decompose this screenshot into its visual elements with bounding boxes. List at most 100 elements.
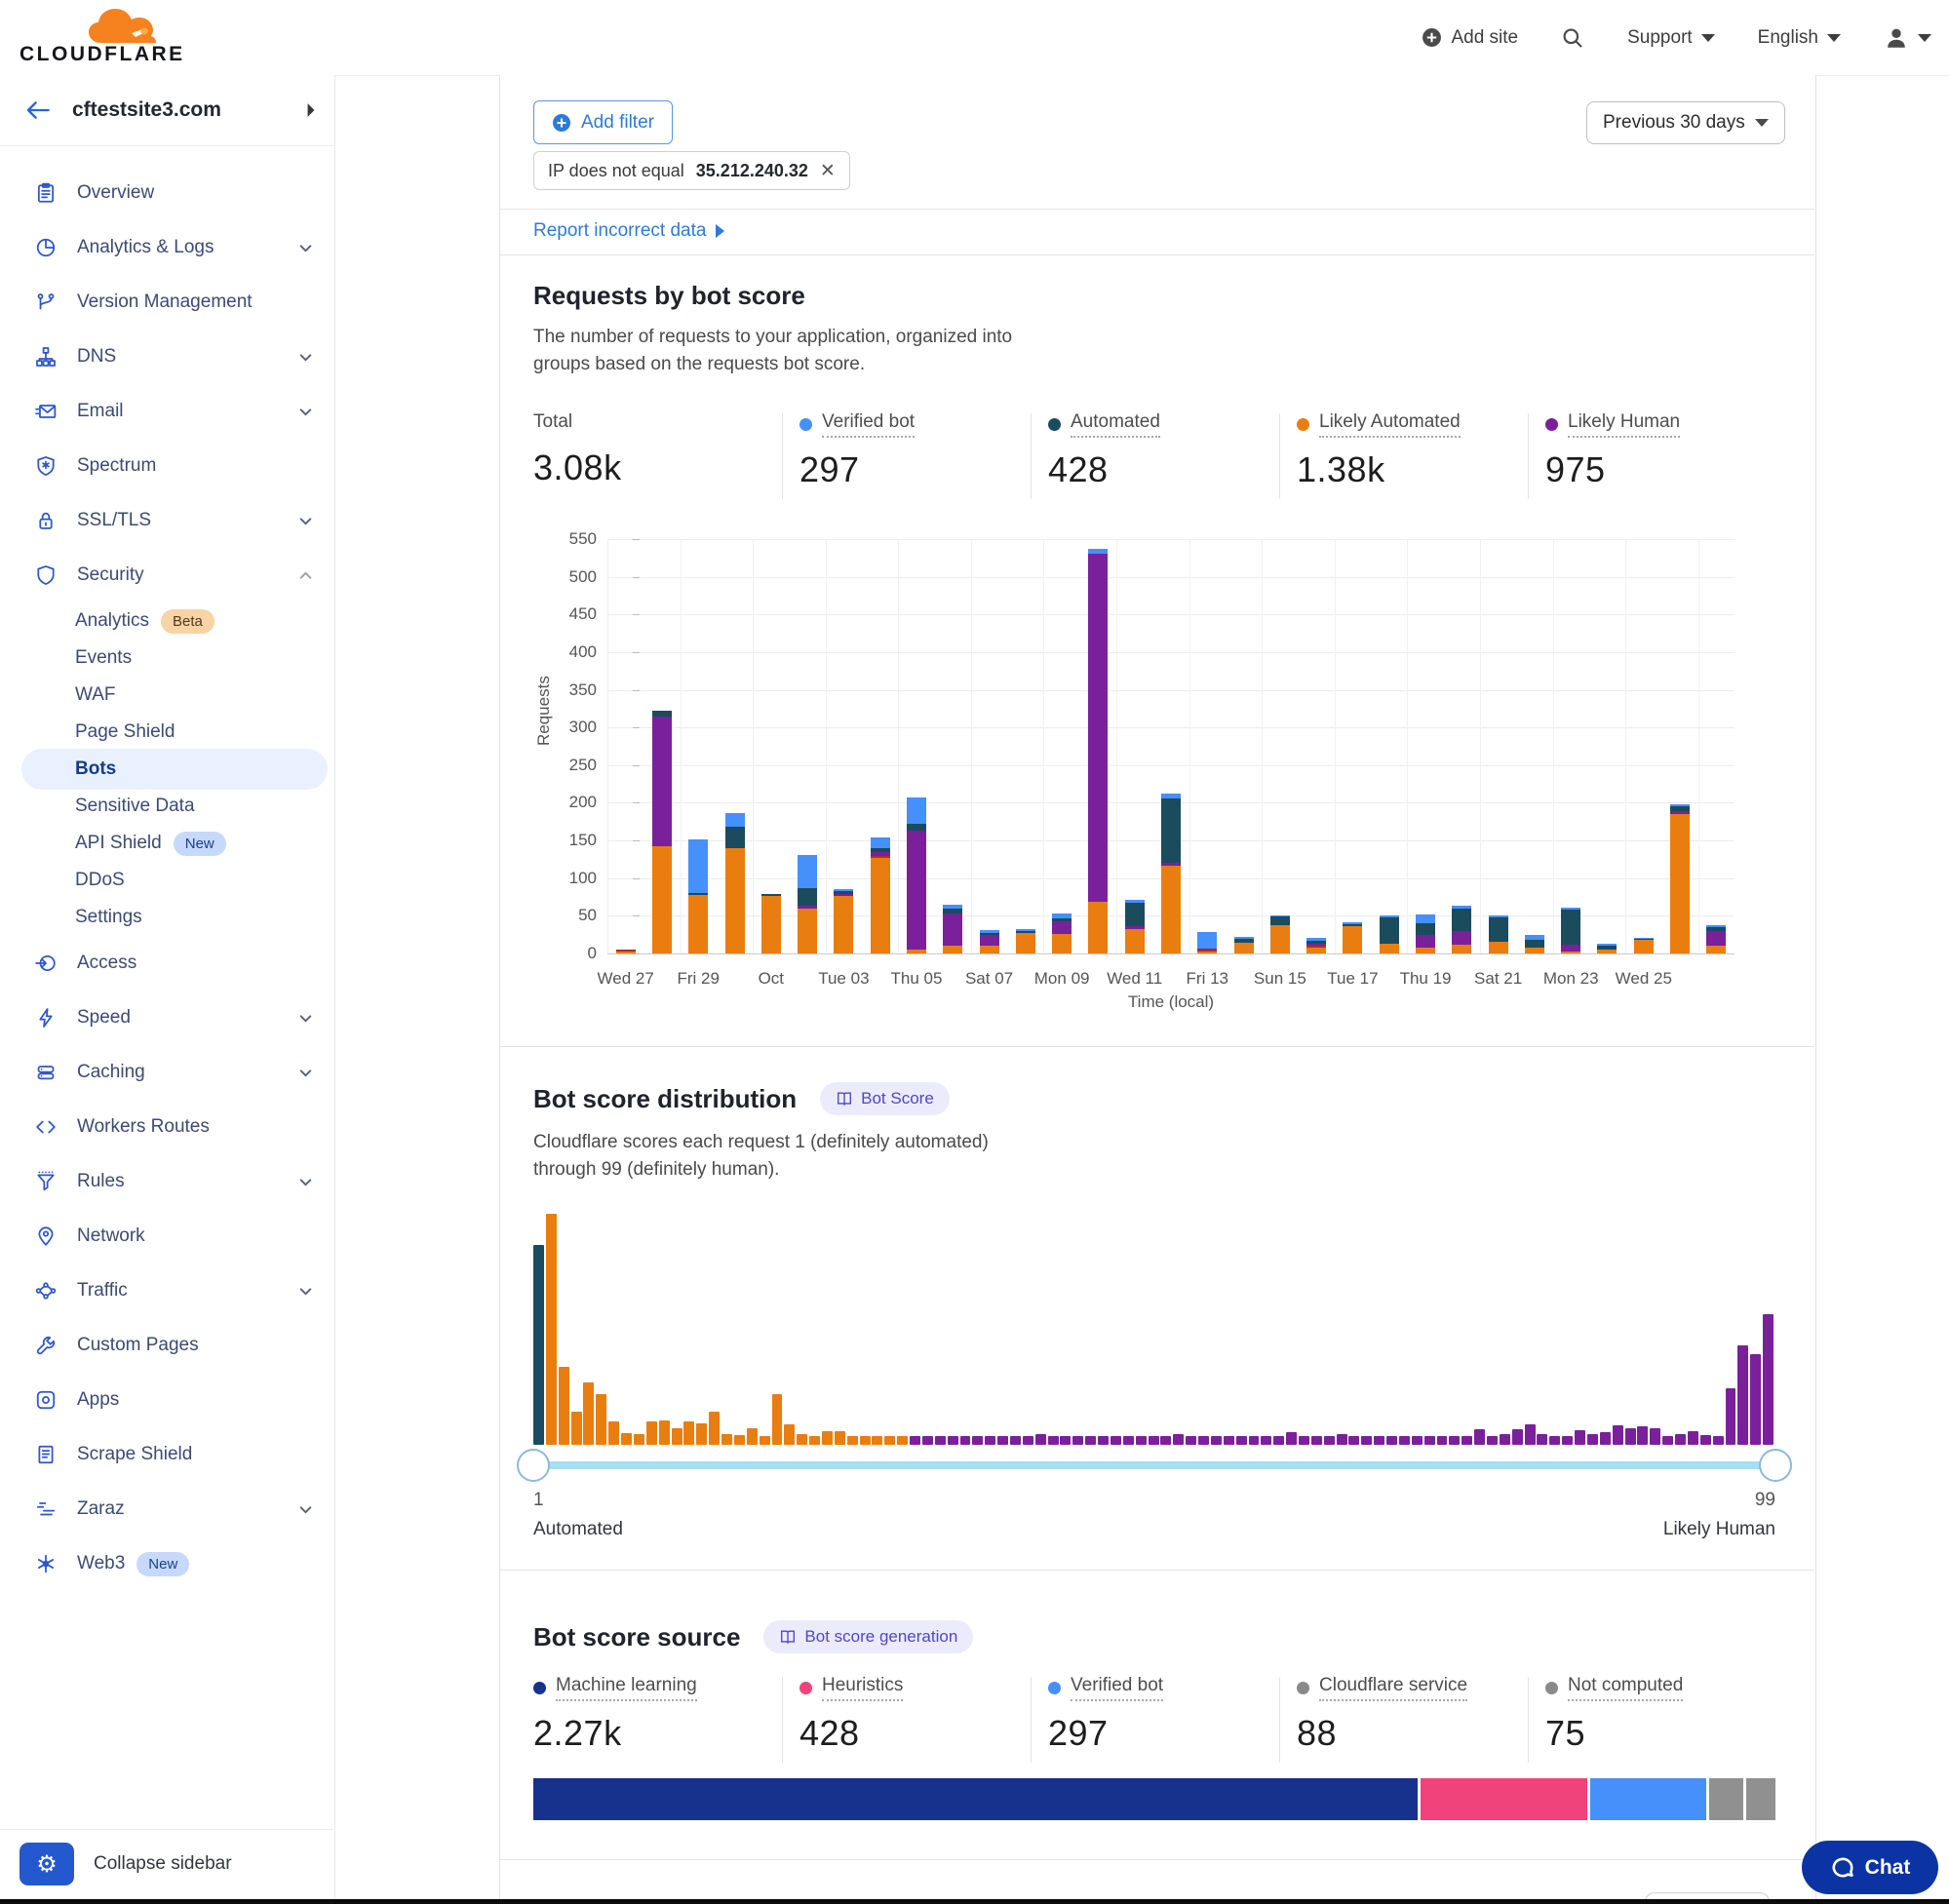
score-bar-69[interactable] bbox=[1386, 1436, 1397, 1445]
score-bar-45[interactable] bbox=[1085, 1436, 1096, 1445]
score-bar-7[interactable] bbox=[608, 1421, 619, 1445]
score-bar-96[interactable] bbox=[1726, 1388, 1736, 1445]
score-bar-25[interactable] bbox=[835, 1431, 845, 1445]
add-site-button[interactable]: Add site bbox=[1422, 27, 1518, 49]
score-bar-30[interactable] bbox=[897, 1436, 908, 1445]
score-bar-39[interactable] bbox=[1010, 1436, 1021, 1445]
account-menu[interactable] bbox=[1884, 25, 1931, 51]
requests-bar-mon-16[interactable] bbox=[1306, 938, 1326, 953]
sidebar-item-api-shield[interactable]: API ShieldNew bbox=[0, 825, 333, 862]
score-bar-41[interactable] bbox=[1035, 1434, 1046, 1445]
score-bar-16[interactable] bbox=[721, 1434, 732, 1445]
requests-bar-wed-04[interactable] bbox=[871, 837, 890, 953]
score-bar-95[interactable] bbox=[1713, 1436, 1724, 1445]
requests-bar-wed-27[interactable] bbox=[616, 950, 636, 953]
sidebar-item-traffic[interactable]: Traffic bbox=[0, 1263, 333, 1318]
requests-bar-tue-24[interactable] bbox=[1597, 944, 1617, 953]
score-bar-55[interactable] bbox=[1211, 1436, 1222, 1445]
score-bar-60[interactable] bbox=[1273, 1436, 1284, 1445]
score-bar-50[interactable] bbox=[1149, 1436, 1159, 1445]
score-bar-32[interactable] bbox=[922, 1436, 933, 1445]
sidebar-item-network[interactable]: Network bbox=[0, 1209, 333, 1263]
sidebar-item-overview[interactable]: Overview bbox=[0, 166, 333, 220]
score-bar-77[interactable] bbox=[1487, 1436, 1498, 1445]
sidebar-item-analytics[interactable]: AnalyticsBeta bbox=[0, 602, 333, 640]
score-bar-56[interactable] bbox=[1224, 1436, 1234, 1445]
sidebar-item-analytics-logs[interactable]: Analytics & Logs bbox=[0, 220, 333, 275]
requests-bar-mon-09[interactable] bbox=[1052, 913, 1072, 953]
sidebar-item-events[interactable]: Events bbox=[0, 640, 333, 677]
score-bar-64[interactable] bbox=[1324, 1436, 1335, 1445]
score-bar-58[interactable] bbox=[1249, 1436, 1260, 1445]
score-bar-19[interactable] bbox=[760, 1436, 770, 1445]
score-bar-80[interactable] bbox=[1525, 1424, 1536, 1445]
score-bar-89[interactable] bbox=[1637, 1426, 1648, 1445]
sidebar-item-settings[interactable]: Settings bbox=[0, 899, 333, 936]
score-bar-23[interactable] bbox=[809, 1436, 820, 1445]
add-filter-button[interactable]: Add filter bbox=[533, 100, 673, 144]
score-bar-2[interactable] bbox=[546, 1214, 557, 1445]
score-bar-57[interactable] bbox=[1236, 1436, 1247, 1445]
requests-bar-fri-27[interactable] bbox=[1706, 925, 1726, 953]
score-bar-79[interactable] bbox=[1512, 1429, 1523, 1445]
score-bar-63[interactable] bbox=[1311, 1436, 1322, 1445]
score-bar-43[interactable] bbox=[1060, 1436, 1071, 1445]
score-bar-11[interactable] bbox=[659, 1420, 670, 1445]
back-arrow-icon[interactable] bbox=[25, 99, 51, 121]
score-bar-42[interactable] bbox=[1048, 1436, 1059, 1445]
slider-handle-min[interactable] bbox=[517, 1449, 550, 1482]
score-bar-54[interactable] bbox=[1198, 1436, 1209, 1445]
sidebar-item-caching[interactable]: Caching bbox=[0, 1045, 333, 1100]
score-bar-88[interactable] bbox=[1625, 1428, 1636, 1445]
cloudflare-logo[interactable]: CLOUDFLARE bbox=[19, 6, 185, 66]
source-segment-heuristics[interactable] bbox=[1421, 1778, 1587, 1820]
score-bar-4[interactable] bbox=[571, 1412, 582, 1445]
requests-bar-mon-02[interactable] bbox=[798, 855, 817, 953]
requests-bar-sun-22[interactable] bbox=[1525, 935, 1544, 953]
sidebar-item-access[interactable]: Access bbox=[0, 936, 333, 991]
score-bar-37[interactable] bbox=[985, 1436, 995, 1445]
slider-handle-max[interactable] bbox=[1759, 1449, 1792, 1482]
requests-bar-tue-10[interactable] bbox=[1088, 549, 1108, 953]
site-name[interactable]: cftestsite3.com bbox=[72, 98, 284, 122]
score-bar-48[interactable] bbox=[1123, 1436, 1134, 1445]
score-bar-47[interactable] bbox=[1111, 1436, 1121, 1445]
score-bar-86[interactable] bbox=[1600, 1432, 1611, 1445]
requests-bar-fri-13[interactable] bbox=[1197, 932, 1217, 953]
requests-bar-thu-28[interactable] bbox=[652, 711, 672, 953]
score-bar-66[interactable] bbox=[1348, 1436, 1359, 1445]
score-bar-67[interactable] bbox=[1361, 1436, 1372, 1445]
requests-bar-wed-18[interactable] bbox=[1380, 915, 1399, 953]
sidebar-item-version-management[interactable]: Version Management bbox=[0, 275, 333, 330]
score-bar-76[interactable] bbox=[1474, 1429, 1485, 1445]
score-bar-97[interactable] bbox=[1737, 1345, 1748, 1445]
settings-gear-button[interactable]: ⚙ bbox=[19, 1843, 74, 1885]
score-bar-34[interactable] bbox=[948, 1436, 958, 1445]
score-bar-65[interactable] bbox=[1337, 1434, 1347, 1445]
score-bar-83[interactable] bbox=[1562, 1436, 1573, 1445]
requests-bar-thu-19[interactable] bbox=[1416, 914, 1435, 953]
requests-bar-fri-20[interactable] bbox=[1452, 906, 1471, 953]
score-bar-24[interactable] bbox=[822, 1431, 833, 1445]
requests-bar-tue-03[interactable] bbox=[834, 889, 853, 953]
score-bar-27[interactable] bbox=[860, 1436, 871, 1445]
score-bar-21[interactable] bbox=[784, 1424, 795, 1445]
sidebar-item-page-shield[interactable]: Page Shield bbox=[0, 714, 333, 751]
score-bar-33[interactable] bbox=[935, 1436, 946, 1445]
score-bar-84[interactable] bbox=[1575, 1430, 1585, 1445]
score-bar-3[interactable] bbox=[559, 1367, 569, 1445]
score-bar-59[interactable] bbox=[1261, 1436, 1271, 1445]
score-bar-36[interactable] bbox=[972, 1436, 983, 1445]
close-icon[interactable]: ✕ bbox=[820, 160, 836, 182]
score-bar-5[interactable] bbox=[583, 1382, 594, 1445]
chat-button[interactable]: Chat bbox=[1802, 1841, 1938, 1894]
requests-bar-fri-29[interactable] bbox=[688, 839, 708, 953]
sidebar-item-scrape-shield[interactable]: Scrape Shield bbox=[0, 1427, 333, 1482]
requests-bar-sun-15[interactable] bbox=[1270, 915, 1290, 953]
score-bar-93[interactable] bbox=[1688, 1431, 1698, 1445]
score-bar-74[interactable] bbox=[1449, 1436, 1460, 1445]
collapse-sidebar-button[interactable]: Collapse sidebar bbox=[94, 1853, 232, 1875]
score-bar-52[interactable] bbox=[1173, 1434, 1184, 1445]
sidebar-item-apps[interactable]: Apps bbox=[0, 1373, 333, 1427]
score-bar-9[interactable] bbox=[634, 1434, 644, 1445]
